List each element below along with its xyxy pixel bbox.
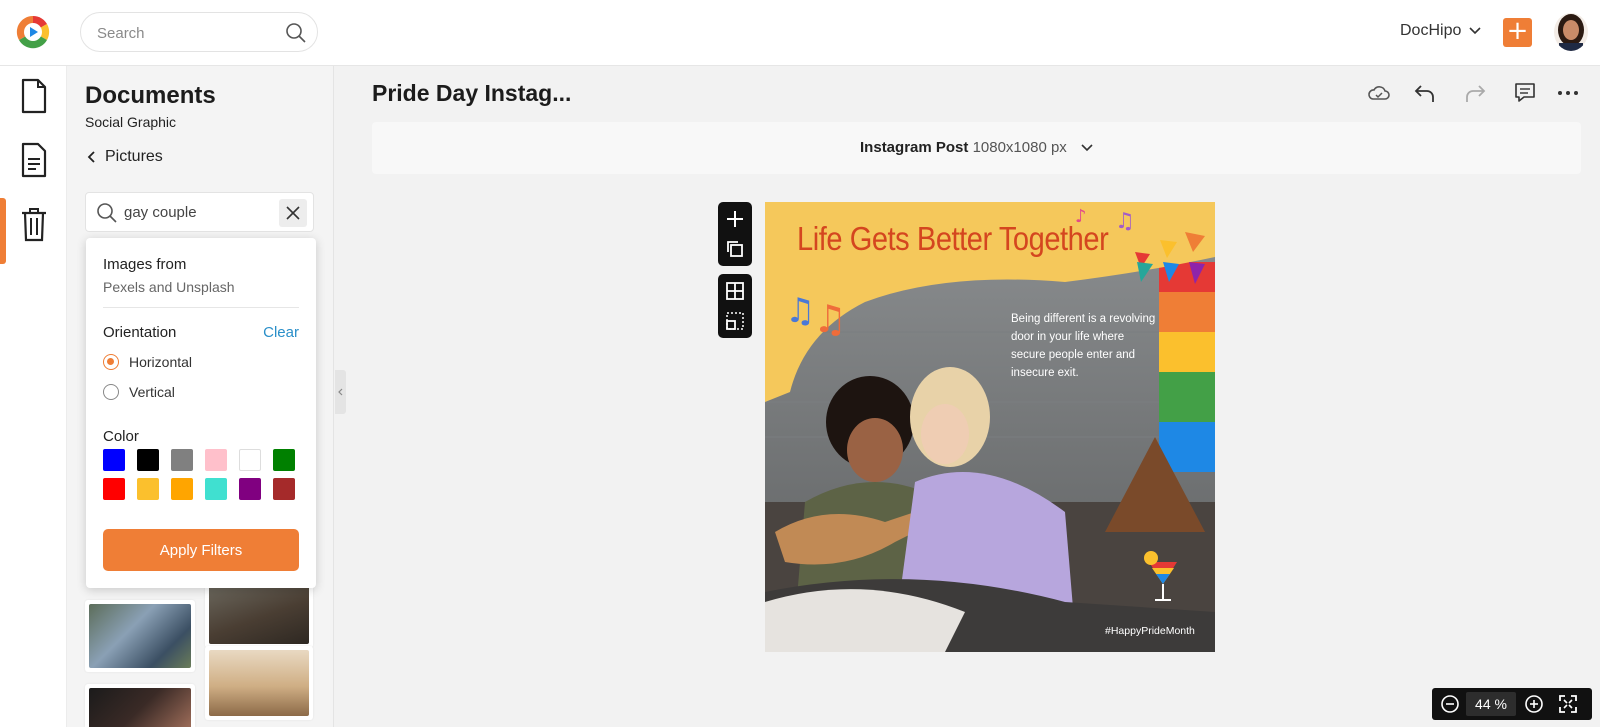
- color-swatch[interactable]: [205, 478, 227, 500]
- source-value: Pexels and Unsplash: [103, 279, 235, 295]
- color-swatch[interactable]: [239, 478, 261, 500]
- image-result[interactable]: [85, 684, 195, 727]
- orientation-horizontal-option[interactable]: Horizontal: [103, 354, 192, 370]
- color-heading: Color: [103, 428, 139, 445]
- color-swatch[interactable]: [103, 478, 125, 500]
- back-label: Pictures: [105, 148, 163, 165]
- comment-icon[interactable]: [1512, 80, 1538, 106]
- color-swatch[interactable]: [171, 478, 193, 500]
- color-swatch[interactable]: [273, 449, 295, 471]
- color-swatch[interactable]: [239, 449, 261, 471]
- image-result[interactable]: [85, 600, 195, 672]
- new-document-icon[interactable]: [20, 78, 48, 114]
- cloud-saved-icon[interactable]: [1366, 80, 1392, 106]
- document-title[interactable]: Pride Day Instag...: [372, 80, 571, 107]
- orientation-label: Vertical: [129, 384, 175, 400]
- design-headline[interactable]: Life Gets Better Together: [797, 220, 1109, 258]
- chevron-down-icon: [1469, 27, 1481, 35]
- back-to-pictures[interactable]: Pictures: [87, 148, 163, 166]
- color-swatch[interactable]: [273, 478, 295, 500]
- apply-filters-button[interactable]: Apply Filters: [103, 529, 299, 571]
- grid-icon[interactable]: [725, 281, 745, 301]
- zoom-level[interactable]: 44 %: [1466, 692, 1516, 716]
- divider: [103, 307, 299, 308]
- source-heading: Images from: [103, 256, 187, 273]
- svg-text:♫: ♫: [785, 291, 815, 331]
- clear-filters-link[interactable]: Clear: [263, 324, 299, 341]
- zoom-out-icon[interactable]: [1440, 694, 1460, 714]
- add-page-icon[interactable]: [725, 209, 745, 229]
- clear-search-icon[interactable]: [279, 199, 307, 227]
- orientation-vertical-option[interactable]: Vertical: [103, 384, 175, 400]
- panel-title: Documents: [85, 82, 216, 109]
- color-swatch[interactable]: [205, 449, 227, 471]
- svg-text:♫: ♫: [813, 297, 847, 341]
- image-filter-popup: Images from Pexels and Unsplash Orientat…: [86, 238, 316, 588]
- left-rail: [0, 66, 67, 727]
- image-result[interactable]: [205, 578, 313, 648]
- color-swatch[interactable]: [137, 478, 159, 500]
- search-icon[interactable]: [285, 22, 307, 44]
- create-new-button[interactable]: +: [1503, 18, 1532, 47]
- zoom-in-icon[interactable]: [1524, 694, 1544, 714]
- page-tools: [718, 202, 752, 266]
- chevron-down-icon: [1081, 144, 1093, 152]
- search-icon: [97, 203, 117, 223]
- duplicate-page-icon[interactable]: [725, 239, 745, 259]
- redo-icon[interactable]: [1462, 80, 1488, 106]
- undo-icon[interactable]: [1412, 80, 1438, 106]
- dochipo-logo-icon[interactable]: [15, 14, 51, 50]
- orientation-label: Horizontal: [129, 354, 193, 370]
- size-selector[interactable]: Instagram Post 1080x1080 px: [372, 139, 1581, 156]
- design-body-text[interactable]: Being different is a revolving door in y…: [1011, 310, 1161, 382]
- workspace-label: DocHipo: [1400, 22, 1462, 39]
- color-swatch[interactable]: [103, 449, 125, 471]
- global-search-input[interactable]: [97, 22, 277, 44]
- zoom-unit: %: [1494, 696, 1507, 712]
- photo-illustration: ♫ ♫ ♪ ♫: [765, 202, 1215, 652]
- size-name: Instagram Post: [860, 139, 969, 156]
- radio-unselected-icon[interactable]: [103, 384, 119, 400]
- active-indicator: [0, 198, 6, 264]
- collapse-panel-handle[interactable]: [335, 370, 346, 414]
- size-selector-bar: Instagram Post 1080x1080 px: [372, 122, 1581, 174]
- resize-icon[interactable]: [725, 311, 745, 331]
- picture-search-value[interactable]: gay couple: [124, 204, 197, 221]
- orientation-heading: Orientation: [103, 324, 177, 341]
- global-search[interactable]: [80, 12, 318, 52]
- panel-subtitle: Social Graphic: [85, 114, 177, 130]
- zoom-control: 44 %: [1432, 688, 1592, 720]
- picture-search-field[interactable]: gay couple: [85, 192, 314, 232]
- design-canvas[interactable]: ♫ ♫ ♪ ♫ Life Gets Better Together Being …: [765, 202, 1215, 652]
- documents-icon[interactable]: [20, 142, 48, 178]
- color-swatch[interactable]: [137, 449, 159, 471]
- fullscreen-icon[interactable]: [1558, 694, 1578, 714]
- design-hashtag[interactable]: #HappyPrideMonth: [1105, 625, 1195, 637]
- svg-text:♫: ♫: [1115, 209, 1135, 234]
- more-options-icon[interactable]: [1555, 80, 1581, 106]
- radio-selected-icon[interactable]: [103, 354, 119, 370]
- trash-icon[interactable]: [20, 206, 48, 242]
- workspace-switcher[interactable]: DocHipo: [1400, 22, 1481, 40]
- image-result[interactable]: [205, 646, 313, 720]
- chevron-left-icon: [87, 151, 95, 163]
- chevron-left-icon: [338, 388, 343, 396]
- size-dimensions: 1080x1080 px: [972, 139, 1067, 156]
- zoom-value: 44: [1475, 696, 1491, 712]
- grid-tools: [718, 274, 752, 338]
- color-swatch[interactable]: [171, 449, 193, 471]
- top-bar: DocHipo +: [0, 0, 1600, 66]
- user-avatar[interactable]: [1554, 13, 1588, 51]
